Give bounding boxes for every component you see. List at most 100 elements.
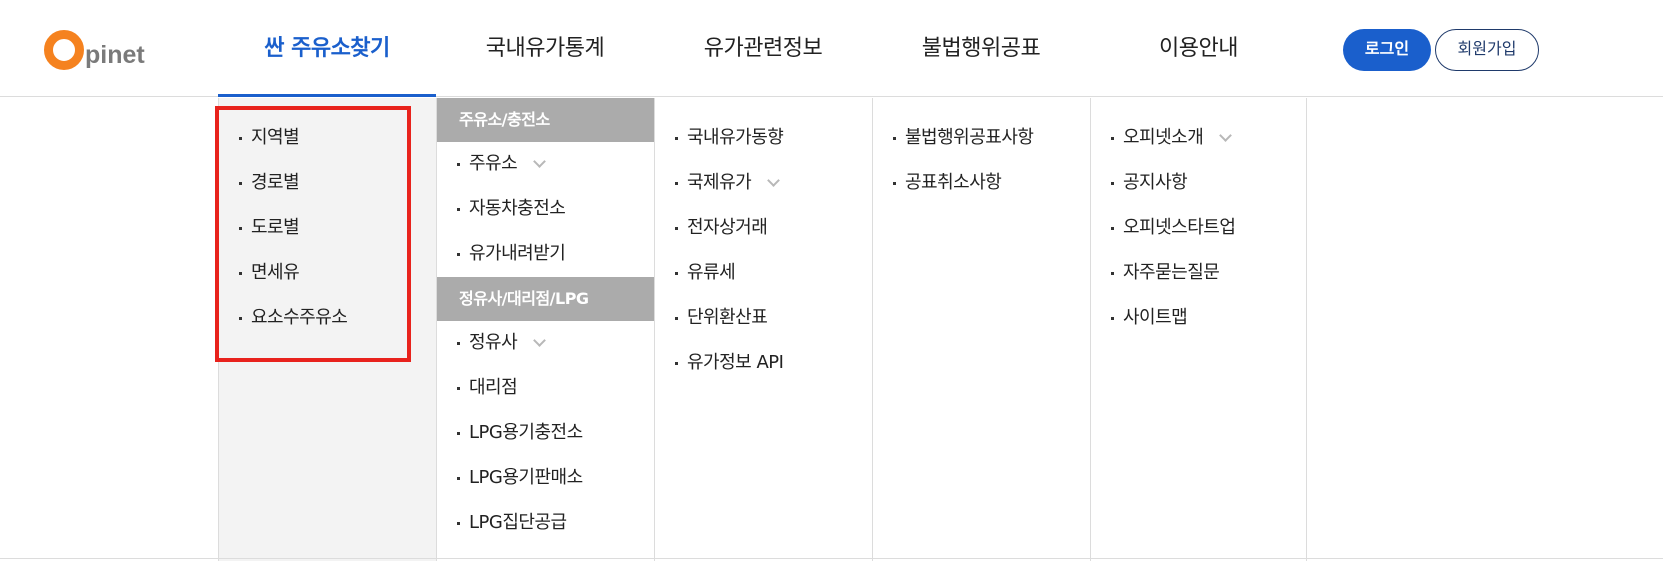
menu-item-label: 국내유가동향 xyxy=(687,127,784,148)
menu-item-label: LPG용기충전소 xyxy=(469,422,583,443)
bullet-icon xyxy=(457,431,460,435)
bullet-icon xyxy=(675,136,678,140)
bullet-icon xyxy=(457,207,460,211)
menu-item-price-api[interactable]: 유가정보 API xyxy=(675,348,784,378)
menu-item-car-charging-station[interactable]: 자동차충전소 xyxy=(457,194,566,224)
menu-item-intl-price[interactable]: 국제유가 xyxy=(675,168,781,198)
section-header-stations: 주유소/충전소 xyxy=(437,98,655,142)
menu-item-opinet-intro[interactable]: 오피넷소개 xyxy=(1111,123,1233,153)
gnb-domestic-price-stats[interactable]: 국내유가통계 xyxy=(436,30,654,68)
bullet-icon xyxy=(239,181,242,185)
bullet-icon xyxy=(675,181,678,185)
bullet-icon xyxy=(1111,136,1114,140)
bullet-icon xyxy=(457,162,460,166)
bullet-icon xyxy=(1111,271,1114,275)
mega-menu: 지역별 경로별 도로별 면세유 요소수주유소 주유소/충전소 주유소 자동차충전… xyxy=(0,98,1663,561)
bullet-icon xyxy=(457,521,460,525)
menu-item-unit-conversion[interactable]: 단위환산표 xyxy=(675,303,768,333)
chevron-down-icon xyxy=(533,333,547,347)
gnb-price-info[interactable]: 유가관련정보 xyxy=(654,30,872,68)
bullet-icon xyxy=(675,226,678,230)
bullet-icon xyxy=(239,316,242,320)
menu-item-startup[interactable]: 오피넷스타트업 xyxy=(1111,213,1236,243)
bullet-icon xyxy=(675,271,678,275)
menu-item-fuel-tax[interactable]: 유류세 xyxy=(675,258,736,288)
opinet-logo[interactable]: pinet xyxy=(44,26,145,70)
menu-item-label: 전자상거래 xyxy=(687,217,768,238)
menu-item-e-commerce[interactable]: 전자상거래 xyxy=(675,213,768,243)
bullet-icon xyxy=(1111,181,1114,185)
menu-item-label: 요소수주유소 xyxy=(251,307,348,328)
menu-column-stats: 주유소/충전소 주유소 자동차충전소 유가내려받기 정유사/대리점/LPG 정유… xyxy=(436,98,655,561)
menu-item-label: LPG용기판매소 xyxy=(469,467,583,488)
menu-item-sitemap[interactable]: 사이트맵 xyxy=(1111,303,1188,333)
gnb-user-guide[interactable]: 이용안내 xyxy=(1090,30,1307,68)
section-list-refiners: 정유사 대리점 LPG용기충전소 LPG용기판매소 LPG집단공급 xyxy=(437,321,655,561)
menu-item-label: 대리점 xyxy=(469,377,518,398)
menu-item-label: 공지사항 xyxy=(1123,172,1188,193)
menu-item-label: LPG집단공급 xyxy=(469,512,567,533)
menu-item-label: 유가내려받기 xyxy=(469,243,566,264)
menu-item-label: 지역별 xyxy=(251,127,300,148)
menu-item-label: 불법행위공표사항 xyxy=(905,127,1034,148)
menu-column-price-info: 국내유가동향 국제유가 전자상거래 유류세 단위환산표 유가정보 API xyxy=(654,98,872,561)
menu-item-label: 오피넷소개 xyxy=(1123,127,1204,148)
section-list-stations: 주유소 자동차충전소 유가내려받기 xyxy=(437,142,655,277)
bullet-icon xyxy=(675,361,678,365)
menu-column-guide: 오피넷소개 공지사항 오피넷스타트업 자주묻는질문 사이트맵 xyxy=(1090,98,1307,561)
menu-item-label: 사이트맵 xyxy=(1123,307,1188,328)
menu-item-urea-station[interactable]: 요소수주유소 xyxy=(239,303,348,333)
menu-item-lpg-charging[interactable]: LPG용기충전소 xyxy=(457,418,583,448)
menu-item-domestic-trend[interactable]: 국내유가동향 xyxy=(675,123,784,153)
menu-item-label: 유가정보 API xyxy=(687,352,784,373)
chevron-down-icon xyxy=(533,154,547,168)
menu-item-label: 국제유가 xyxy=(687,172,752,193)
bullet-icon xyxy=(893,136,896,140)
menu-item-label: 경로별 xyxy=(251,172,300,193)
menu-item-label: 주유소 xyxy=(469,153,518,174)
bullet-icon xyxy=(675,316,678,320)
menu-item-label: 유류세 xyxy=(687,262,736,283)
menu-item-by-region[interactable]: 지역별 xyxy=(239,123,300,153)
menu-item-by-route[interactable]: 경로별 xyxy=(239,168,300,198)
chevron-down-icon xyxy=(767,173,781,187)
bullet-icon xyxy=(457,476,460,480)
menu-item-price-download[interactable]: 유가내려받기 xyxy=(457,239,566,269)
gnb-illegal-acts[interactable]: 불법행위공표 xyxy=(872,30,1090,68)
login-button[interactable]: 로그인 xyxy=(1343,29,1431,71)
menu-item-label: 자주묻는질문 xyxy=(1123,262,1220,283)
bullet-icon xyxy=(239,271,242,275)
chevron-down-icon xyxy=(1219,128,1233,142)
menu-item-refiner[interactable]: 정유사 xyxy=(457,328,547,358)
menu-item-lpg-sales[interactable]: LPG용기판매소 xyxy=(457,463,583,493)
bullet-icon xyxy=(239,226,242,230)
bullet-icon xyxy=(457,252,460,256)
menu-item-faq[interactable]: 자주묻는질문 xyxy=(1111,258,1220,288)
bullet-icon xyxy=(239,136,242,140)
menu-item-tax-free-oil[interactable]: 면세유 xyxy=(239,258,300,288)
gnb-cheap-station-search[interactable]: 싼 주유소찾기 xyxy=(218,30,436,68)
site-header: pinet 싼 주유소찾기 국내유가통계 유가관련정보 불법행위공표 이용안내 … xyxy=(0,0,1663,97)
menu-item-illegal-disclosure[interactable]: 불법행위공표사항 xyxy=(893,123,1034,153)
menu-item-label: 자동차충전소 xyxy=(469,198,566,219)
menu-item-gas-station[interactable]: 주유소 xyxy=(457,149,547,179)
menu-item-lpg-group-supply[interactable]: LPG집단공급 xyxy=(457,508,567,538)
menu-bottom-border xyxy=(0,558,1663,559)
logo-o-mark xyxy=(44,30,84,70)
menu-item-label: 정유사 xyxy=(469,332,518,353)
active-tab-underline xyxy=(218,94,436,97)
bullet-icon xyxy=(1111,226,1114,230)
menu-column-illegal: 불법행위공표사항 공표취소사항 xyxy=(872,98,1090,561)
menu-item-label: 단위환산표 xyxy=(687,307,768,328)
menu-item-agency[interactable]: 대리점 xyxy=(457,373,518,403)
bullet-icon xyxy=(457,386,460,390)
menu-item-label: 공표취소사항 xyxy=(905,172,1002,193)
bullet-icon xyxy=(457,341,460,345)
bullet-icon xyxy=(1111,316,1114,320)
menu-item-notice[interactable]: 공지사항 xyxy=(1111,168,1188,198)
menu-item-by-road[interactable]: 도로별 xyxy=(239,213,300,243)
join-button[interactable]: 회원가입 xyxy=(1435,29,1539,71)
menu-column-station-search: 지역별 경로별 도로별 면세유 요소수주유소 xyxy=(218,98,436,561)
menu-item-disclosure-cancel[interactable]: 공표취소사항 xyxy=(893,168,1002,198)
menu-item-label: 면세유 xyxy=(251,262,300,283)
